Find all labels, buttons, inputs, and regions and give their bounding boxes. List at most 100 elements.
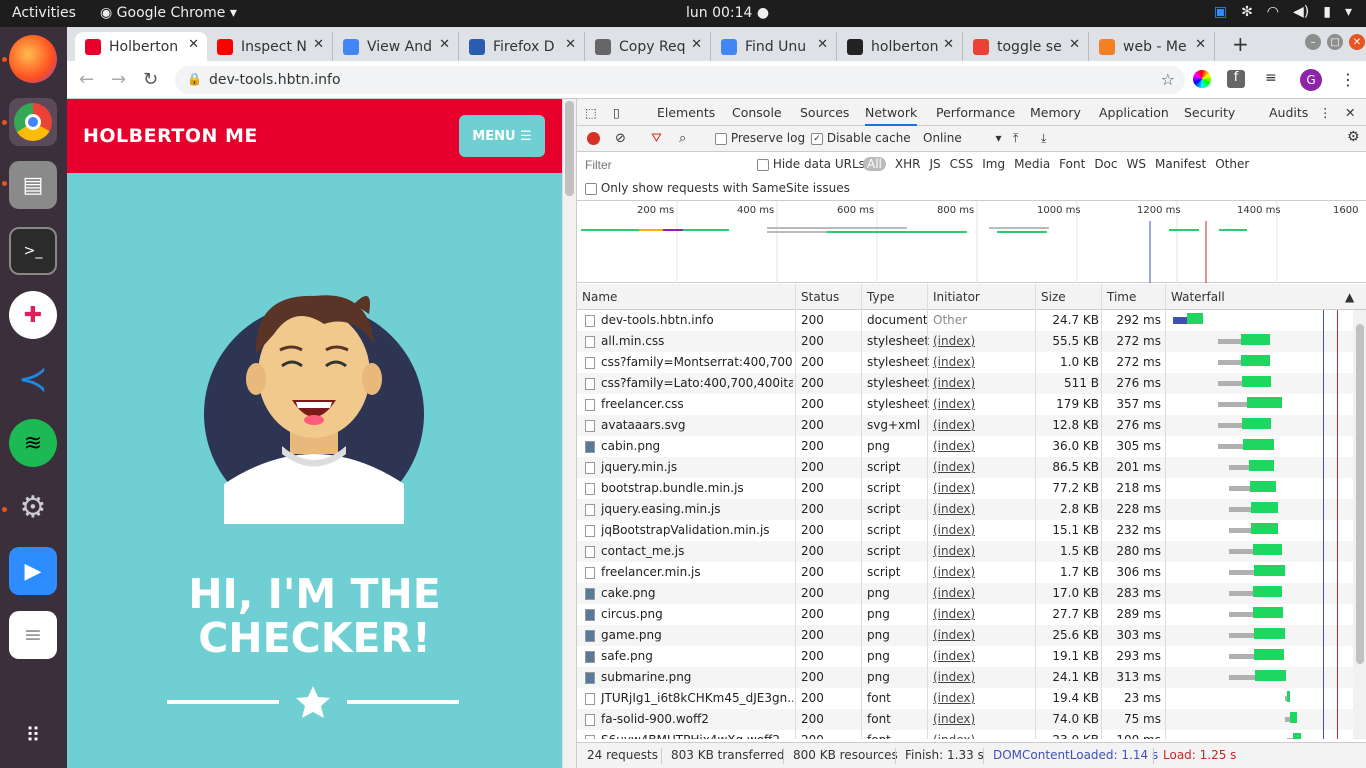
- chrome-icon[interactable]: [9, 98, 57, 146]
- column-header-waterfall[interactable]: Waterfall: [1171, 290, 1225, 304]
- request-initiator[interactable]: (index): [933, 712, 975, 726]
- type-filter-other[interactable]: Other: [1215, 157, 1249, 171]
- request-initiator[interactable]: (index): [933, 376, 975, 390]
- request-name[interactable]: css?family=Montserrat:400,700: [601, 355, 793, 369]
- omnibox[interactable]: 🔒 dev-tools.hbtn.info ☆: [175, 66, 1185, 94]
- request-initiator[interactable]: (index): [933, 607, 975, 621]
- request-row[interactable]: fa-solid-900.woff2 200 font (index) 74.0 KB 7…: [577, 709, 1353, 730]
- tab-close-icon[interactable]: ✕: [439, 37, 450, 52]
- reload-button[interactable]: ↻: [143, 69, 158, 90]
- request-name[interactable]: circus.png: [601, 607, 793, 621]
- forward-button[interactable]: →: [111, 69, 126, 90]
- request-name[interactable]: contact_me.js: [601, 544, 793, 558]
- request-initiator[interactable]: (index): [933, 649, 975, 663]
- request-initiator[interactable]: (index): [933, 460, 975, 474]
- request-row[interactable]: jquery.easing.min.js 200 script (index) 2.8 …: [577, 499, 1353, 520]
- browser-tab[interactable]: web - Me ✕: [1089, 32, 1215, 61]
- tab-close-icon[interactable]: ✕: [817, 37, 828, 52]
- request-initiator[interactable]: (index): [933, 670, 975, 684]
- site-brand[interactable]: HOLBERTON ME: [83, 125, 258, 147]
- request-name[interactable]: JTURjIg1_i6t8kCHKm45_dJE3gn...: [601, 691, 793, 705]
- profile-avatar[interactable]: G: [1300, 69, 1322, 91]
- type-filter-doc[interactable]: Doc: [1094, 157, 1117, 171]
- terminal-icon[interactable]: >_: [9, 227, 57, 275]
- request-name[interactable]: avataaars.svg: [601, 418, 793, 432]
- request-name[interactable]: cabin.png: [601, 439, 793, 453]
- preserve-log-checkbox[interactable]: Preserve log: [715, 131, 805, 145]
- type-filter-img[interactable]: Img: [982, 157, 1005, 171]
- request-row[interactable]: S6uyw4BMUTPHjx4wXg.woff2 200 font (index) 23…: [577, 730, 1353, 739]
- devtools-tab-sources[interactable]: Sources: [800, 105, 849, 120]
- close-window-button[interactable]: ✕: [1349, 34, 1365, 50]
- network-settings-gear-icon[interactable]: ⚙: [1347, 129, 1360, 145]
- filter-input[interactable]: [581, 155, 745, 174]
- request-initiator[interactable]: (index): [933, 418, 975, 432]
- request-row[interactable]: avataaars.svg 200 svg+xml (index) 12.8 KB 276…: [577, 415, 1353, 436]
- request-initiator[interactable]: (index): [933, 733, 975, 739]
- request-initiator[interactable]: (index): [933, 628, 975, 642]
- column-header-size[interactable]: Size: [1041, 290, 1066, 304]
- export-har-icon[interactable]: ⤓: [1041, 131, 1046, 146]
- media-control-icon[interactable]: ≡: [1265, 70, 1283, 88]
- menu-button[interactable]: MENU ☰: [459, 115, 545, 157]
- page-scrollbar[interactable]: [562, 99, 576, 768]
- column-header-status[interactable]: Status: [801, 290, 839, 304]
- type-filter-manifest[interactable]: Manifest: [1155, 157, 1206, 171]
- settings-icon[interactable]: ⚙: [9, 483, 57, 531]
- request-initiator[interactable]: (index): [933, 481, 975, 495]
- clear-icon[interactable]: ⊘: [615, 131, 626, 146]
- browser-tab[interactable]: View And ✕: [333, 32, 459, 61]
- browser-tab[interactable]: Copy Req ✕: [585, 32, 711, 61]
- inspect-element-icon[interactable]: ⬚: [585, 105, 597, 120]
- request-row[interactable]: css?family=Montserrat:400,700 200 styleshe…: [577, 352, 1353, 373]
- request-row[interactable]: css?family=Lato:400,700,400itali... 200 st…: [577, 373, 1353, 394]
- request-row[interactable]: cabin.png 200 png (index) 36.0 KB 305 ms: [577, 436, 1353, 457]
- slack-tray-icon[interactable]: ✻: [1241, 4, 1253, 20]
- back-button[interactable]: ←: [79, 69, 94, 90]
- tab-close-icon[interactable]: ✕: [1195, 37, 1206, 52]
- power-menu-icon[interactable]: ▾: [1345, 4, 1352, 20]
- type-filter-css[interactable]: CSS: [950, 157, 974, 171]
- files-icon[interactable]: ▤: [9, 161, 57, 209]
- type-filter-media[interactable]: Media: [1014, 157, 1050, 171]
- clock[interactable]: lun 00:14 ●: [686, 5, 769, 21]
- request-row[interactable]: freelancer.min.js 200 script (index) 1.7 KB 3…: [577, 562, 1353, 583]
- request-name[interactable]: jqBootstrapValidation.min.js: [601, 523, 793, 537]
- request-row[interactable]: contact_me.js 200 script (index) 1.5 KB 280 m…: [577, 541, 1353, 562]
- url-text[interactable]: dev-tools.hbtn.info: [209, 72, 341, 88]
- devtools-tab-audits[interactable]: Audits: [1269, 105, 1308, 120]
- browser-tab[interactable]: holberton ✕: [837, 32, 963, 61]
- import-har-icon[interactable]: ⤒: [1013, 131, 1018, 146]
- request-name[interactable]: S6uyw4BMUTPHjx4wXg.woff2: [601, 733, 793, 739]
- filter-icon[interactable]: ⛛: [651, 131, 662, 146]
- hide-data-urls-checkbox[interactable]: Hide data URLs: [757, 157, 865, 171]
- request-name[interactable]: all.min.css: [601, 334, 793, 348]
- lock-icon[interactable]: 🔒: [187, 72, 202, 86]
- request-row[interactable]: cake.png 200 png (index) 17.0 KB 283 ms: [577, 583, 1353, 604]
- request-name[interactable]: jquery.min.js: [601, 460, 793, 474]
- samesite-checkbox[interactable]: Only show requests with SameSite issues: [585, 181, 850, 195]
- devtools-tab-network[interactable]: Network: [865, 105, 918, 126]
- tab-close-icon[interactable]: ✕: [943, 37, 954, 52]
- apps-grid-icon[interactable]: ⠿: [9, 711, 57, 759]
- request-row[interactable]: jqBootstrapValidation.min.js 200 script (in…: [577, 520, 1353, 541]
- bookmark-star-icon[interactable]: ☆: [1161, 70, 1175, 89]
- type-filter-font[interactable]: Font: [1059, 157, 1085, 171]
- network-overview-timeline[interactable]: 200 ms 400 ms 600 ms 800 ms 1000 ms 1200 ms 14…: [577, 201, 1366, 283]
- request-initiator[interactable]: (index): [933, 355, 975, 369]
- request-row[interactable]: game.png 200 png (index) 25.6 KB 303 ms: [577, 625, 1353, 646]
- table-scrollbar[interactable]: [1353, 310, 1366, 739]
- notes-icon[interactable]: ≡: [9, 611, 57, 659]
- browser-tab[interactable]: Holberton ✕: [75, 32, 207, 61]
- sort-arrow-icon[interactable]: ▲: [1345, 290, 1354, 304]
- devtools-tab-performance[interactable]: Performance: [936, 105, 1015, 120]
- tab-close-icon[interactable]: ✕: [1069, 37, 1080, 52]
- browser-tab[interactable]: Firefox D ✕: [459, 32, 585, 61]
- column-header-name[interactable]: Name: [582, 290, 617, 304]
- minimize-button[interactable]: –: [1305, 34, 1321, 50]
- request-initiator[interactable]: (index): [933, 439, 975, 453]
- zoom-icon[interactable]: ▶: [9, 547, 57, 595]
- chrome-menu-icon[interactable]: ⋮: [1339, 70, 1357, 89]
- devtools-close-icon[interactable]: ✕: [1345, 105, 1355, 120]
- column-header-type[interactable]: Type: [867, 290, 895, 304]
